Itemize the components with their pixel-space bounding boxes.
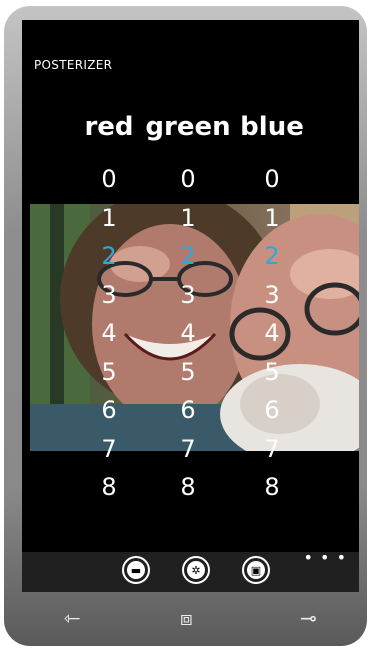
blue-value-7[interactable]: 7 (242, 430, 302, 469)
column-headers: red green blue (22, 112, 359, 152)
app-title: POSTERIZER (34, 58, 113, 72)
red-value-3[interactable]: 3 (79, 276, 139, 315)
green-value-8[interactable]: 8 (158, 468, 218, 507)
blue-value-8[interactable]: 8 (242, 468, 302, 507)
red-value-6[interactable]: 6 (79, 391, 139, 430)
blue-header: blue (240, 112, 304, 142)
red-value-0[interactable]: 0 (79, 160, 139, 199)
blue-value-2-selected[interactable]: 2 (242, 237, 302, 276)
green-value-5[interactable]: 5 (158, 353, 218, 392)
green-value-6[interactable]: 6 (158, 391, 218, 430)
green-value-7[interactable]: 7 (158, 430, 218, 469)
phone-frame: POSTERIZER red green blue 0 1 2 3 4 5 6 … (4, 6, 367, 646)
blue-value-0[interactable]: 0 (242, 160, 302, 199)
green-value-2-selected[interactable]: 2 (158, 237, 218, 276)
green-value-1[interactable]: 1 (158, 199, 218, 238)
red-header: red (84, 112, 134, 142)
settings-icon: ✲ (187, 561, 205, 579)
red-value-8[interactable]: 8 (79, 468, 139, 507)
screen: POSTERIZER red green blue 0 1 2 3 4 5 6 … (22, 20, 359, 592)
red-picker[interactable]: 0 1 2 3 4 5 6 7 8 (79, 160, 139, 507)
application-bar: ▬ ✲ ▣ • • • (22, 548, 359, 592)
blue-value-6[interactable]: 6 (242, 391, 302, 430)
open-button[interactable]: ▬ (122, 556, 150, 584)
save-icon: ▣ (247, 561, 265, 579)
red-value-7[interactable]: 7 (79, 430, 139, 469)
blue-picker[interactable]: 0 1 2 3 4 5 6 7 8 (242, 160, 302, 507)
back-icon[interactable]: ⇽ (64, 608, 81, 628)
blue-value-1[interactable]: 1 (242, 199, 302, 238)
search-icon[interactable]: ⊸ (300, 608, 317, 628)
green-picker[interactable]: 0 1 2 3 4 5 6 7 8 (158, 160, 218, 507)
windows-start-icon[interactable]: ⧈ (180, 608, 193, 628)
blue-value-5[interactable]: 5 (242, 353, 302, 392)
green-value-4[interactable]: 4 (158, 314, 218, 353)
hardware-navbar: ⇽ ⧈ ⊸ (22, 596, 359, 646)
red-value-2-selected[interactable]: 2 (79, 237, 139, 276)
red-value-4[interactable]: 4 (79, 314, 139, 353)
more-button[interactable]: • • • (304, 548, 347, 567)
settings-button[interactable]: ✲ (182, 556, 210, 584)
blue-value-3[interactable]: 3 (242, 276, 302, 315)
green-value-0[interactable]: 0 (158, 160, 218, 199)
blue-value-4[interactable]: 4 (242, 314, 302, 353)
red-value-1[interactable]: 1 (79, 199, 139, 238)
red-value-5[interactable]: 5 (79, 353, 139, 392)
folder-icon: ▬ (127, 561, 145, 579)
green-value-3[interactable]: 3 (158, 276, 218, 315)
green-header: green (145, 112, 231, 142)
save-button[interactable]: ▣ (242, 556, 270, 584)
